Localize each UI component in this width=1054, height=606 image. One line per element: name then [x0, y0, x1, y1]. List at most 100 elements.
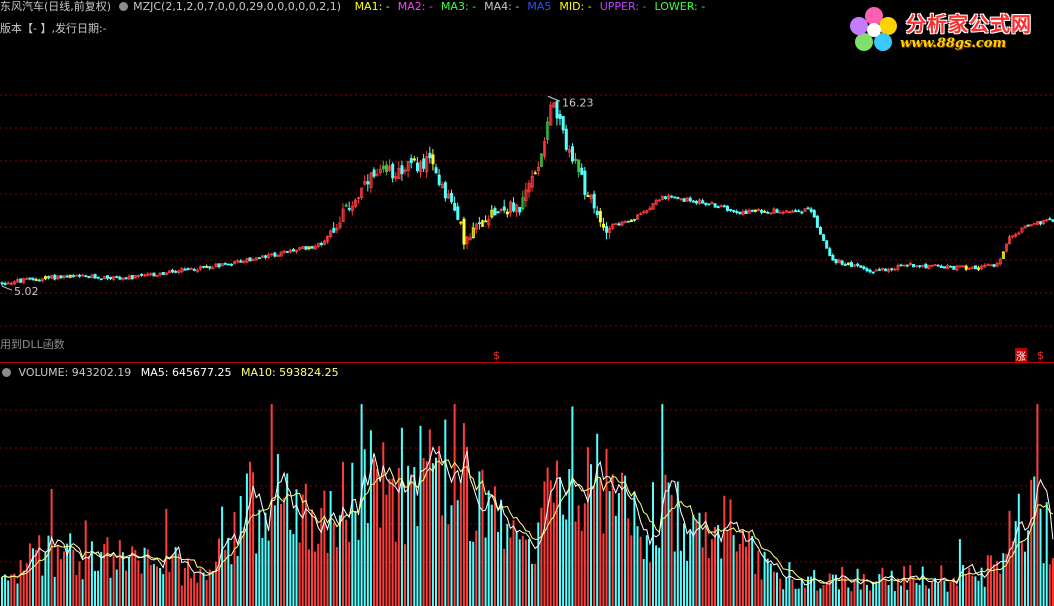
volume-bar: [518, 539, 521, 606]
volume-bar: [59, 559, 62, 606]
price-candle: [840, 260, 844, 265]
volume-bar: [915, 582, 918, 606]
price-candle: [493, 208, 497, 216]
zhang-marker[interactable]: 涨: [1015, 348, 1027, 363]
volume-bar: [803, 587, 806, 606]
volume-bar: [611, 474, 614, 606]
volume-bar: [872, 582, 875, 606]
volume-bar: [1011, 541, 1014, 606]
volume-bar: [512, 520, 515, 606]
volume-bar: [670, 494, 673, 606]
volume-bar: [509, 537, 512, 606]
price-candle: [109, 276, 113, 280]
volume-bar: [230, 564, 233, 606]
price-candle: [868, 269, 872, 273]
volume-bar: [819, 588, 822, 606]
price-candle: [571, 146, 575, 162]
volume-ma5: MA5: 645677.25: [140, 366, 232, 379]
indicator-line-labels: MA1: - MA2: - MA3: - MA4: - MA5 MID: - UPPER: …: [355, 0, 714, 13]
volume-bar: [450, 505, 453, 606]
price-candle: [943, 266, 947, 269]
volume-menu-icon[interactable]: [2, 367, 11, 377]
volume-bar: [875, 581, 878, 606]
volume-bar: [714, 526, 716, 606]
price-candle: [93, 274, 97, 279]
indicator-menu-icon[interactable]: [118, 1, 128, 11]
volume-bar: [258, 509, 261, 606]
volume-bar: [307, 549, 310, 606]
price-candle: [766, 211, 770, 214]
volume-bar: [528, 539, 530, 606]
volume-bar: [599, 478, 602, 606]
price-candle: [3, 283, 7, 285]
volume-bar: [202, 572, 205, 606]
price-candle: [208, 266, 212, 269]
price-candle: [564, 128, 568, 150]
price-candle: [84, 275, 88, 278]
price-candle: [381, 165, 385, 170]
volume-bar: [965, 574, 968, 606]
price-candle: [614, 223, 618, 226]
price-candle: [384, 164, 388, 173]
price-candle: [877, 269, 881, 271]
volume-bar: [999, 573, 1002, 606]
price-candle: [794, 210, 798, 213]
volume-bar: [955, 585, 958, 606]
volume-bar: [673, 551, 676, 606]
volume-bar: [853, 581, 856, 606]
price-candle: [859, 265, 863, 268]
indicator-name[interactable]: MZJC(2,1,2,0,7,0,0,0,29,0,0,0,0,0,2,1): [133, 0, 341, 13]
volume-bar: [183, 567, 186, 606]
volume-bar: [1024, 551, 1026, 606]
dollar-marker[interactable]: $: [493, 349, 500, 362]
volume-bar: [245, 473, 248, 606]
price-candle: [713, 203, 717, 208]
price-candle: [217, 263, 221, 268]
volume-bar: [645, 535, 648, 606]
dollar-marker-right[interactable]: $: [1037, 349, 1044, 362]
volume-bar: [413, 467, 416, 606]
price-candle: [304, 246, 308, 250]
volume-bar: [497, 531, 499, 606]
price-candle: [391, 163, 395, 179]
volume-bar: [776, 572, 778, 606]
price-candle: [775, 209, 779, 213]
volume-bar: [521, 535, 524, 606]
volume-bar: [103, 543, 106, 606]
price-candle: [37, 279, 41, 282]
price-candle: [862, 266, 866, 270]
price-candle: [819, 227, 823, 235]
volume-bar: [887, 585, 890, 606]
volume-bar: [261, 538, 264, 606]
high-price-label: 16.23: [562, 96, 594, 109]
volume-bar: [146, 549, 149, 606]
volume-bar: [683, 523, 685, 606]
volume-bar: [549, 480, 552, 606]
volume-bar: [94, 570, 96, 606]
volume-bar: [478, 471, 481, 606]
indicator-line-label: LOWER: -: [654, 0, 706, 13]
price-candle: [53, 274, 57, 280]
volume-bar: [366, 523, 369, 606]
price-candle: [583, 170, 587, 196]
volume-bar: [816, 590, 819, 606]
volume-bar: [193, 572, 196, 606]
price-chart[interactable]: 16.23 5.02: [0, 40, 1054, 360]
price-candle: [264, 255, 268, 258]
volume-bar: [490, 504, 493, 606]
volume-ma10: MA10: 593824.25: [240, 366, 339, 379]
volume-bar: [602, 533, 605, 606]
volume-bar: [754, 573, 757, 606]
stock-title[interactable]: 东风汽车(日线,前复权): [0, 0, 111, 13]
price-candle: [617, 223, 621, 226]
volume-bar: [732, 535, 735, 606]
price-candle: [462, 218, 466, 245]
volume-bar: [239, 496, 242, 606]
price-candle: [205, 265, 209, 268]
volume-bar: [859, 589, 862, 606]
price-candle: [484, 220, 488, 223]
indicator-line-label: MA1: -: [354, 0, 390, 13]
volume-bar: [896, 578, 899, 606]
volume-chart[interactable]: [0, 380, 1054, 606]
volume-bar: [537, 522, 540, 606]
